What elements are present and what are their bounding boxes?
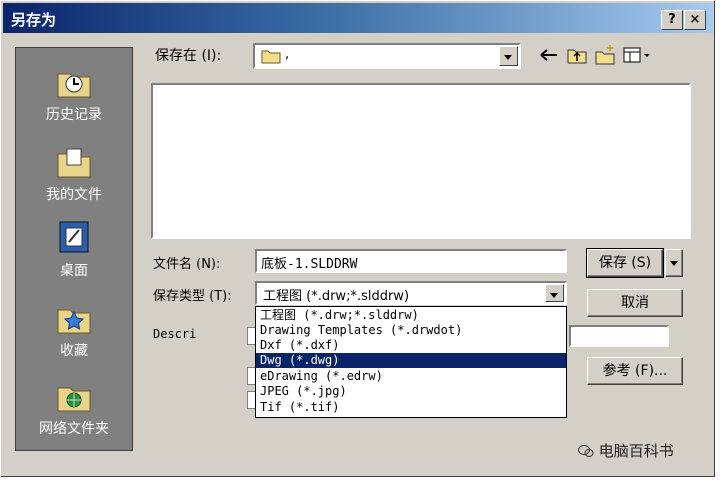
description-label: Descri [153,327,197,341]
up-folder-icon[interactable] [565,43,589,67]
place-history[interactable]: 历史记录 [16,64,132,124]
dropdown-option[interactable]: JPEG (*.jpg) [256,384,566,399]
place-desktop[interactable]: 桌面 [16,220,132,280]
place-favorites[interactable]: 收藏 [16,300,132,360]
dropdown-option-selected[interactable]: Dwg (*.dwg) [256,353,566,368]
watermark-text: 电脑百科书 [598,442,674,460]
desktop-icon [59,221,89,253]
description-input[interactable] [569,325,669,347]
title-bar[interactable]: 另存为 ? × [3,3,713,33]
file-type-combo[interactable]: 工程图 (*.drw;*.slddrw) [255,281,567,305]
dropdown-option[interactable]: 工程图 (*.drw;*.slddrw) [256,308,566,323]
place-my-documents[interactable]: 我的文件 [16,144,132,204]
file-type-dropdown-list: 工程图 (*.drw;*.slddrw) Drawing Templates (… [255,306,567,418]
file-list[interactable] [151,83,691,239]
file-name-label: 文件名 (N): [153,257,221,272]
save-in-combo[interactable]: , [253,43,521,69]
dropdown-option[interactable]: Drawing Templates (*.drwdot) [256,323,566,338]
history-folder-icon [57,73,91,98]
chevron-down-icon[interactable] [499,46,518,66]
file-name-input[interactable]: 底板-1.SLDDRW [255,249,567,273]
save-in-label: 保存在 (I): [155,48,222,64]
wechat-icon [578,445,594,457]
cancel-button[interactable]: 取消 [587,289,683,317]
place-label: 收藏 [60,343,88,359]
place-label: 网络文件夹 [39,421,109,437]
my-documents-icon [57,148,91,178]
save-in-value: , [285,47,290,62]
help-button[interactable]: ? [661,10,683,30]
folder-icon [261,50,281,64]
dialog-title: 另存为 [11,11,57,29]
back-arrow-icon[interactable] [537,43,561,67]
place-label: 我的文件 [46,187,102,203]
dropdown-option[interactable]: Tif (*.tif) [256,400,566,415]
close-button[interactable]: × [684,10,706,30]
place-label: 桌面 [60,263,88,279]
place-label: 历史记录 [46,107,102,123]
network-folder-icon [57,387,91,412]
save-as-dialog: 另存为 ? × 历史记录 我的文件 桌面 收藏 网络文件夹 保存在 (I): ,… [0,0,716,478]
places-bar: 历史记录 我的文件 桌面 收藏 网络文件夹 [15,47,133,451]
dropdown-option[interactable]: Dxf (*.dxf) [256,338,566,353]
save-options-dropdown[interactable] [665,249,683,277]
favorites-icon [57,309,91,334]
reference-button[interactable]: 参考 (F)... [587,357,683,385]
view-menu-icon[interactable] [621,43,653,67]
chevron-down-icon[interactable] [545,284,564,302]
dropdown-option[interactable]: eDrawing (*.edrw) [256,369,566,384]
place-network[interactable]: 网络文件夹 [16,378,132,438]
watermark: 电脑百科书 [578,440,674,461]
save-button[interactable]: 保存 (S) [586,248,664,278]
new-folder-icon[interactable] [593,43,617,67]
file-type-label: 保存类型 (T): [153,289,232,304]
file-type-value: 工程图 (*.drw;*.slddrw) [263,289,410,304]
